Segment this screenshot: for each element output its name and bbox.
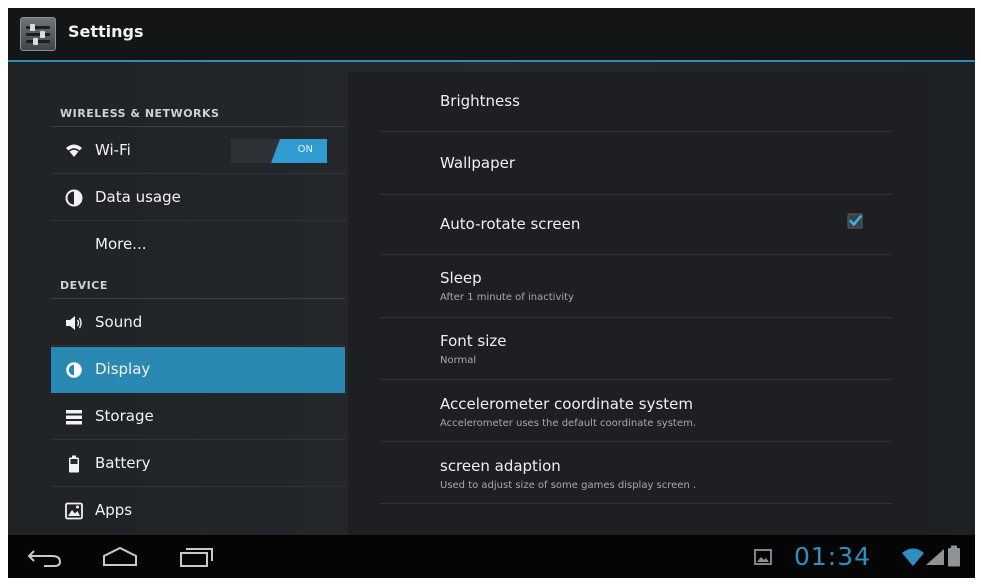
pref-wallpaper[interactable]: Wallpaper: [380, 132, 892, 195]
pref-summary: Accelerometer uses the default coordinat…: [440, 418, 696, 429]
home-icon[interactable]: [100, 545, 140, 569]
wifi-signal-icon: [902, 548, 924, 566]
pref-title: Font size: [440, 332, 507, 350]
back-icon[interactable]: [26, 545, 66, 569]
section-header-device: DEVICE: [60, 279, 108, 292]
action-bar: Settings: [8, 8, 975, 62]
screenshot-icon: [754, 549, 772, 565]
toggle-state-label: ON: [297, 144, 313, 155]
pref-accelerometer-coordinate[interactable]: Accelerometer coordinate system Accelero…: [380, 380, 892, 442]
battery-icon: [69, 455, 79, 473]
sound-icon: [66, 316, 82, 330]
header-divider: [51, 298, 345, 299]
pref-summary: Normal: [440, 355, 477, 366]
pref-title: Auto-rotate screen: [440, 215, 581, 233]
sidebar-item-battery[interactable]: Battery: [51, 441, 345, 487]
android-screen: Settings WIRELESS & NETWORKS Wi-Fi ON Da…: [8, 8, 975, 578]
sidebar-item-apps[interactable]: Apps: [51, 488, 345, 534]
sidebar-item-label: Apps: [95, 501, 133, 519]
sidebar-item-label: Data usage: [95, 188, 181, 206]
sidebar-item-label: Display: [95, 360, 151, 378]
pref-title: Sleep: [440, 269, 482, 287]
storage-icon: [66, 410, 82, 425]
pref-title: screen adaption: [440, 457, 561, 475]
battery-icon: [948, 545, 960, 567]
apps-icon: [65, 502, 83, 520]
auto-rotate-checkbox[interactable]: [847, 213, 863, 229]
header-divider: [51, 126, 345, 127]
pref-screen-adaption[interactable]: screen adaption Used to adjust size of s…: [380, 442, 892, 504]
sidebar-item-label: Sound: [95, 313, 143, 331]
pref-summary: After 1 minute of inactivity: [440, 292, 574, 303]
pref-brightness[interactable]: Brightness: [380, 72, 892, 132]
wifi-icon: [66, 144, 82, 157]
app-title: Settings: [68, 22, 144, 41]
sidebar-item-label: Storage: [95, 407, 154, 425]
settings-sliders-icon[interactable]: [20, 17, 56, 51]
sidebar-item-wifi[interactable]: Wi-Fi ON: [51, 128, 345, 174]
status-clock: 01:34: [794, 542, 872, 571]
sidebar-item-storage[interactable]: Storage: [51, 394, 345, 440]
system-navigation-bar: 01:34: [8, 535, 975, 578]
recent-apps-icon[interactable]: [176, 545, 216, 569]
pref-title: Brightness: [440, 92, 520, 110]
section-header-wireless: WIRELESS & NETWORKS: [60, 107, 220, 120]
sidebar-item-data-usage[interactable]: Data usage: [51, 175, 345, 221]
content-area: WIRELESS & NETWORKS Wi-Fi ON Data usage: [8, 62, 975, 535]
wifi-toggle-switch[interactable]: ON: [231, 139, 327, 163]
sidebar-item-display[interactable]: Display: [51, 347, 345, 393]
pref-summary: Used to adjust size of some games displa…: [440, 480, 697, 491]
sidebar-item-label: Battery: [95, 454, 151, 472]
settings-headers-list: WIRELESS & NETWORKS Wi-Fi ON Data usage: [8, 62, 348, 535]
sidebar-item-sound[interactable]: Sound: [51, 300, 345, 346]
display-settings-list: Brightness Wallpaper Auto-rotate screen …: [348, 72, 928, 535]
data-usage-icon: [65, 189, 83, 207]
sidebar-item-label: More...: [95, 235, 147, 253]
pref-auto-rotate[interactable]: Auto-rotate screen: [380, 195, 892, 255]
sidebar-item-more[interactable]: More...: [51, 222, 345, 268]
pref-font-size[interactable]: Font size Normal: [380, 318, 892, 380]
pref-title: Accelerometer coordinate system: [440, 395, 694, 413]
pref-title: Wallpaper: [440, 154, 516, 172]
sidebar-item-label: Wi-Fi: [95, 141, 131, 159]
cell-signal-icon: [926, 549, 944, 565]
display-icon: [66, 362, 82, 378]
pref-sleep[interactable]: Sleep After 1 minute of inactivity: [380, 255, 892, 318]
